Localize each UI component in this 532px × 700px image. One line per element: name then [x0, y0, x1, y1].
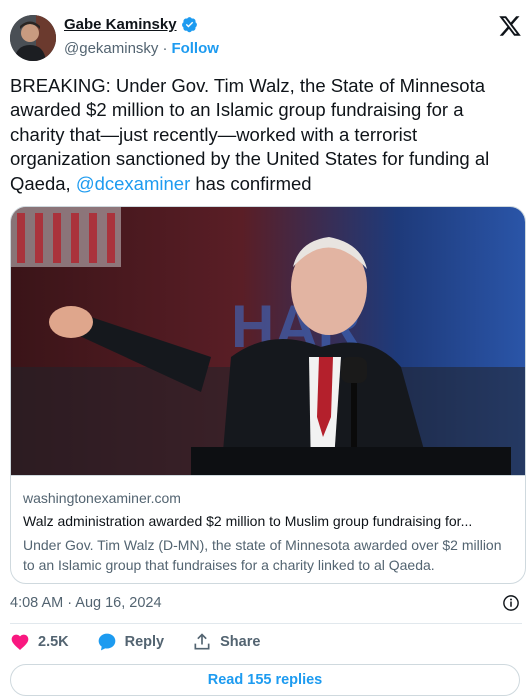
verified-badge-icon: [181, 16, 198, 33]
reply-bubble-icon: [97, 632, 117, 652]
tweet-header: Gabe Kaminsky @gekaminsky · Follow: [10, 12, 522, 64]
reply-label: Reply: [124, 634, 165, 650]
read-replies-button[interactable]: Read 155 replies: [10, 664, 520, 696]
link-card[interactable]: HAR washingtonexaminer.com Walz administ…: [10, 206, 526, 584]
card-image: HAR: [11, 207, 525, 475]
tweet-text: BREAKING: Under Gov. Tim Walz, the State…: [10, 74, 522, 196]
author-handle-row: @gekaminsky · Follow: [64, 40, 219, 57]
author-handle[interactable]: @gekaminsky: [64, 40, 158, 57]
card-title: Walz administration awarded $2 million t…: [23, 513, 473, 529]
author-name[interactable]: Gabe Kaminsky: [64, 16, 177, 33]
follow-button[interactable]: Follow: [171, 40, 219, 57]
separator-dot: ·: [162, 40, 168, 57]
x-logo-icon[interactable]: [498, 14, 522, 38]
divider-top: [10, 623, 522, 624]
action-bar: 2.5K Reply Share: [10, 632, 288, 652]
author-name-row: Gabe Kaminsky: [64, 16, 198, 33]
card-domain: washingtonexaminer.com: [23, 490, 181, 506]
like-button[interactable]: 2.5K: [10, 632, 69, 652]
reply-button[interactable]: Reply: [97, 632, 165, 652]
heart-icon: [10, 632, 30, 652]
tweet-timestamp[interactable]: 4:08 AM · Aug 16, 2024: [10, 595, 162, 611]
card-description: Under Gov. Tim Walz (D-MN), the state of…: [23, 537, 502, 573]
info-icon[interactable]: [502, 594, 520, 612]
tweet-body-end: has confirmed: [190, 172, 312, 194]
share-button[interactable]: Share: [192, 632, 260, 652]
share-icon: [192, 632, 212, 652]
card-meta: washingtonexaminer.com Walz administrati…: [11, 475, 525, 573]
mention-link[interactable]: @dcexaminer: [76, 173, 190, 194]
share-label: Share: [220, 634, 261, 650]
like-count: 2.5K: [38, 634, 69, 650]
avatar[interactable]: [10, 15, 56, 61]
